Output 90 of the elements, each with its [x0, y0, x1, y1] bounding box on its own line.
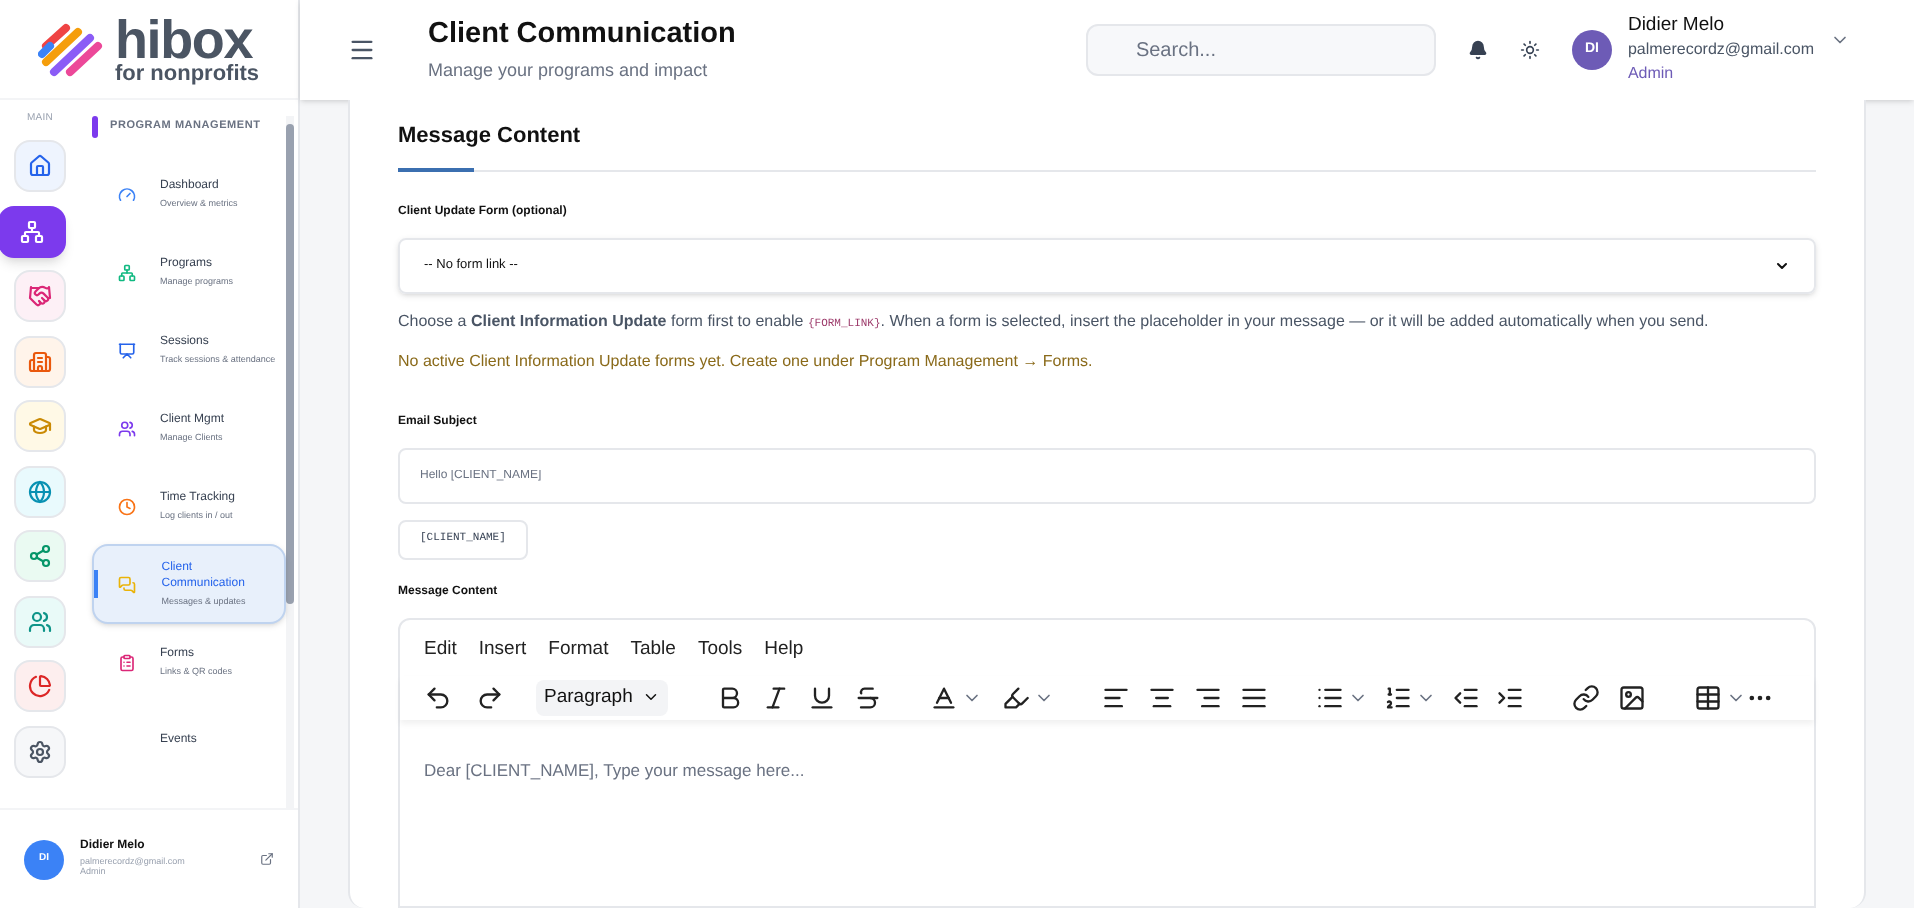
- undo-button[interactable]: [424, 683, 452, 712]
- highlighter-button[interactable]: [1002, 683, 1054, 712]
- globe-icon: [28, 479, 52, 503]
- align-center-icon: [1148, 683, 1176, 712]
- menu-item[interactable]: Format: [548, 635, 609, 664]
- align-left-button[interactable]: [1102, 683, 1130, 712]
- user-name: Didier Melo: [1627, 14, 1726, 38]
- italic-button[interactable]: [762, 683, 790, 712]
- redo-button[interactable]: [476, 683, 504, 712]
- hierarchy-icon: [20, 219, 44, 243]
- align-right-icon: [1194, 683, 1222, 712]
- logo-tagline: for nonprofits: [114, 63, 260, 85]
- bullet-list-icon: [1316, 683, 1344, 712]
- editor-placeholder: Dear [CLIENT_NAME], Type your message here...: [424, 759, 805, 780]
- rail-button[interactable]: [14, 335, 66, 387]
- rail-button[interactable]: [0, 205, 66, 257]
- align-justify-button[interactable]: [1240, 683, 1268, 712]
- menu-item[interactable]: Table: [630, 635, 676, 664]
- theme-icon[interactable]: [1519, 40, 1540, 60]
- page-title: Client Communication: [428, 16, 736, 55]
- align-justify-icon: [1240, 683, 1268, 712]
- redo-icon: [476, 683, 504, 712]
- building-icon: [28, 349, 52, 373]
- home-icon: [28, 154, 52, 178]
- table-button[interactable]: [1694, 683, 1746, 712]
- rail-button[interactable]: [14, 725, 66, 777]
- block-format-select[interactable]: Paragraph: [536, 679, 668, 716]
- menu-item[interactable]: Help: [764, 635, 804, 664]
- undo-icon: [424, 683, 452, 712]
- rail-button[interactable]: [14, 530, 66, 582]
- handshake-icon: [28, 284, 52, 308]
- clipboard-icon: [117, 653, 135, 671]
- text-color-icon: [930, 683, 958, 712]
- table-icon: [1694, 683, 1722, 712]
- presentation-icon: [117, 341, 135, 359]
- menu-item[interactable]: Edit: [424, 635, 457, 664]
- search-field[interactable]: Search...: [1085, 24, 1436, 76]
- hierarchy-icon: [117, 263, 135, 281]
- menu-icon[interactable]: [348, 36, 376, 64]
- users-icon: [117, 419, 135, 437]
- users-icon: [28, 609, 52, 633]
- gauge-icon: [117, 185, 135, 203]
- bullet-list-button[interactable]: [1316, 683, 1368, 712]
- external-link-icon[interactable]: [260, 852, 274, 866]
- graduation-cap-icon: [28, 414, 52, 438]
- scrollbar[interactable]: [286, 116, 294, 808]
- image-button[interactable]: [1618, 683, 1646, 712]
- strikethrough-button[interactable]: [854, 683, 882, 712]
- link-icon: [1572, 683, 1600, 712]
- align-right-button[interactable]: [1194, 683, 1222, 712]
- logo-icon: [38, 21, 107, 77]
- logo-name: hibox: [114, 13, 253, 67]
- underline-button[interactable]: [808, 683, 836, 712]
- rail-button[interactable]: [14, 465, 66, 517]
- rail-button[interactable]: [14, 140, 66, 192]
- outdent-button[interactable]: [1452, 683, 1480, 712]
- align-center-button[interactable]: [1148, 683, 1176, 712]
- indent-button[interactable]: [1496, 683, 1524, 712]
- numbered-list-button[interactable]: [1384, 683, 1436, 712]
- bold-button[interactable]: [716, 683, 744, 712]
- bold-icon: [716, 683, 744, 712]
- page-subtitle: Manage your programs and impact: [428, 58, 710, 85]
- highlighter-icon: [1002, 683, 1030, 712]
- user-role: Admin: [1627, 62, 1676, 86]
- rail-button[interactable]: [14, 270, 66, 322]
- menu-item[interactable]: Tools: [697, 635, 743, 664]
- text-color-button[interactable]: [930, 683, 982, 712]
- card-title: Message Content: [398, 122, 581, 152]
- image-icon: [1618, 683, 1646, 712]
- settings-icon: [28, 739, 52, 763]
- indent-icon: [1496, 683, 1524, 712]
- underline-icon: [808, 683, 836, 712]
- strikethrough-icon: [854, 683, 882, 712]
- nodes-icon: [28, 544, 52, 568]
- caret-icon: [1774, 257, 1790, 273]
- rail-button[interactable]: [14, 660, 66, 712]
- align-left-icon: [1102, 683, 1130, 712]
- link-button[interactable]: [1572, 683, 1600, 712]
- menu-item[interactable]: Insert: [478, 635, 527, 664]
- warning-text: No active Client Information Update forms yet. Create one under Program Management → Forms.: [398, 349, 1095, 373]
- outdent-icon: [1452, 683, 1480, 712]
- pie-chart-icon: [28, 674, 52, 698]
- chat-icon: [118, 575, 137, 593]
- notification-icon[interactable]: [1467, 40, 1488, 60]
- message-editor[interactable]: Dear [CLIENT_NAME], Type your message here...: [400, 719, 1814, 906]
- italic-icon: [762, 683, 790, 712]
- user-email: palmerecordz@gmail.com: [1627, 38, 1814, 62]
- rail-button[interactable]: [14, 595, 66, 647]
- numbered-list-icon: [1384, 683, 1412, 712]
- clock-icon: [117, 497, 135, 515]
